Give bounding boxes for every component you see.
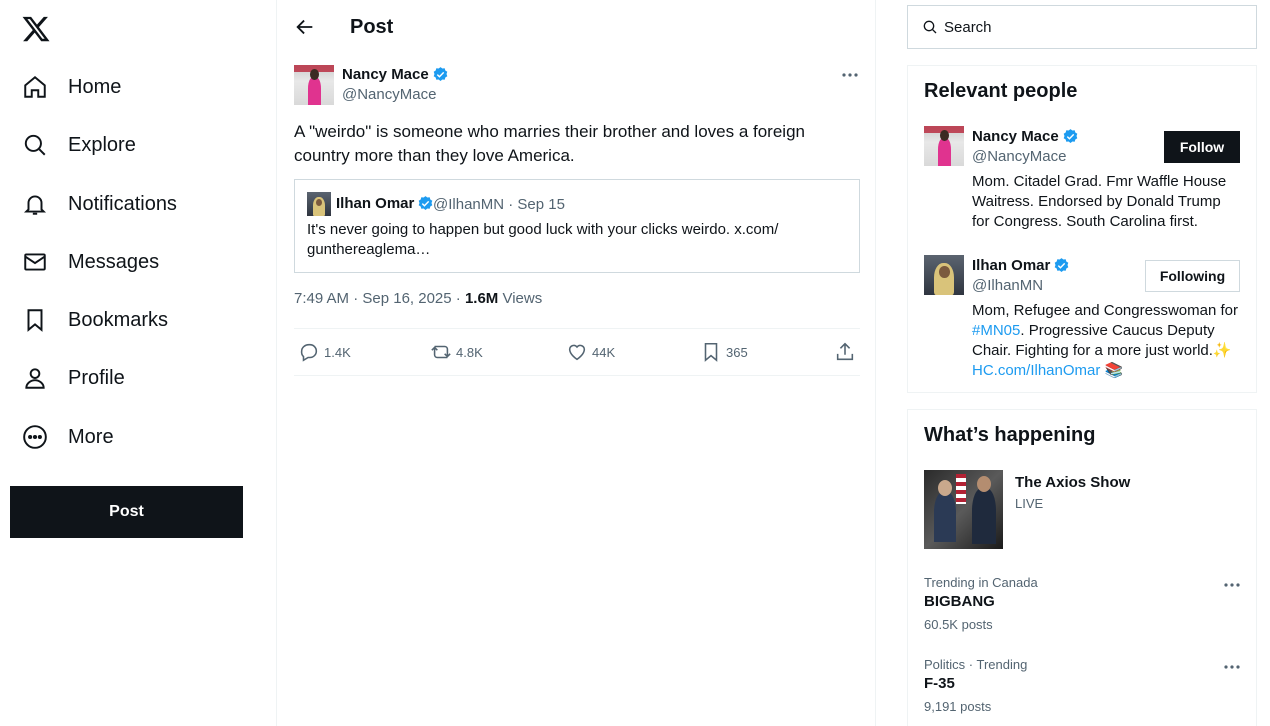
quoted-tweet[interactable]: Ilhan Omar @IlhanMN · Sep 15 It's never …	[294, 179, 860, 273]
bell-icon	[23, 195, 47, 215]
heart-icon	[568, 344, 586, 361]
reply-count: 1.4K	[324, 344, 351, 360]
nav-messages[interactable]: Messages	[22, 242, 159, 282]
post-button[interactable]: Post	[10, 486, 243, 538]
trend-meta: Trending in Canada	[924, 575, 1038, 590]
whats-happening-title: What’s happening	[924, 424, 1096, 446]
person-avatar[interactable]	[924, 255, 964, 295]
person-icon	[25, 368, 45, 389]
nav-profile[interactable]: Profile	[22, 358, 125, 398]
search-icon	[24, 134, 46, 156]
relevant-people-panel: Relevant people Nancy Mace @NancyMace Fo…	[907, 65, 1257, 393]
share-icon	[836, 342, 854, 361]
quote-author-name: Ilhan Omar	[336, 195, 434, 212]
nav-notifications[interactable]: Notifications	[22, 184, 177, 224]
nav-bookmarks-label: Bookmarks	[68, 308, 169, 331]
tweet-text: A "weirdo" is someone who marries their …	[294, 122, 805, 165]
author-name-text: Nancy Mace	[342, 66, 429, 83]
reply-button[interactable]: 1.4K	[298, 341, 351, 363]
nav-home-label: Home	[68, 75, 122, 98]
person-handle[interactable]: @IlhanMN	[972, 277, 1043, 294]
tweet-actions: 1.4K 4.8K 44K 365	[294, 328, 860, 376]
nav-more[interactable]: More	[22, 417, 114, 457]
nav-profile-label: Profile	[68, 366, 125, 389]
live-status: LIVE	[1015, 496, 1044, 511]
verified-badge-icon	[419, 196, 433, 210]
following-button[interactable]: Following	[1145, 260, 1240, 292]
quote-author-handle: @IlhanMN · Sep 15	[433, 196, 565, 213]
trend-more-icon[interactable]	[1222, 576, 1242, 594]
trend-name[interactable]: F-35	[924, 675, 955, 692]
search-input[interactable]	[944, 18, 1244, 36]
more-options-icon[interactable]	[840, 66, 860, 84]
repost-icon	[431, 345, 451, 359]
person-name[interactable]: Ilhan Omar	[972, 257, 1070, 274]
person-name[interactable]: Nancy Mace	[972, 128, 1079, 145]
search-icon	[923, 20, 937, 34]
like-button[interactable]: 44K	[566, 341, 615, 363]
bookmark-button[interactable]: 365	[700, 341, 748, 363]
bio-text: Mom, Refugee and Congresswoman for	[972, 302, 1238, 319]
person-name-text: Ilhan Omar	[972, 257, 1051, 274]
nav-notifications-label: Notifications	[68, 192, 177, 215]
search-bar[interactable]	[907, 5, 1257, 49]
nav-explore[interactable]: Explore	[22, 125, 136, 165]
repost-count: 4.8K	[456, 344, 483, 360]
author-avatar[interactable]	[294, 65, 334, 105]
person-bio: Mom, Refugee and Congresswoman for #MN05…	[972, 301, 1238, 381]
x-logo-icon[interactable]	[21, 14, 51, 44]
trend-name[interactable]: BIGBANG	[924, 593, 995, 610]
quote-text: It's never going to happen but good luck…	[307, 221, 779, 258]
envelope-icon	[24, 253, 46, 271]
trend-count: 60.5K posts	[924, 617, 993, 632]
main-column: Post Nancy Mace @NancyMace A "weirdo" is…	[278, 0, 876, 726]
trend-meta: Politics · Trending	[924, 657, 1028, 672]
reply-icon	[300, 343, 318, 362]
live-thumbnail[interactable]	[924, 470, 1003, 549]
nav-bookmarks[interactable]: Bookmarks	[22, 300, 168, 340]
nav-more-label: More	[68, 425, 114, 448]
nav-home[interactable]: Home	[22, 67, 121, 107]
left-sidebar: Home Explore Notifications Messages Book…	[0, 0, 277, 726]
more-circle-icon	[23, 425, 47, 449]
verified-badge-icon	[433, 67, 448, 81]
person-bio: Mom. Citadel Grad. Fmr Waffle House Wait…	[972, 173, 1227, 230]
bookmark-count: 365	[726, 344, 748, 360]
bookmark-icon	[27, 309, 43, 332]
verified-badge-icon	[1055, 258, 1069, 272]
views-count: 1.6M	[464, 290, 499, 307]
share-button[interactable]	[834, 341, 856, 363]
relevant-people-title: Relevant people	[924, 80, 1078, 102]
page-title: Post	[350, 16, 394, 38]
back-arrow-icon[interactable]	[294, 16, 316, 38]
home-icon	[24, 75, 46, 98]
website-link[interactable]: HC.com/IlhanOmar	[972, 362, 1100, 379]
tweet-timestamp[interactable]: 7:49 AM · Sep 16, 2025 ·	[294, 290, 465, 307]
author-name[interactable]: Nancy Mace	[342, 66, 449, 83]
person-handle[interactable]: @NancyMace	[972, 148, 1066, 165]
live-title[interactable]: The Axios Show	[1015, 474, 1130, 491]
whats-happening-panel: What’s happening The Axios Show LIVE Tre…	[907, 409, 1257, 726]
tweet-meta: 7:49 AM · Sep 16, 2025 · 1.6M Views	[294, 290, 542, 307]
books-emoji: 📚	[1104, 362, 1124, 379]
trend-count: 9,191 posts	[924, 699, 992, 714]
trend-more-icon[interactable]	[1222, 658, 1242, 676]
like-count: 44K	[592, 344, 616, 360]
person-avatar[interactable]	[924, 126, 964, 166]
verified-badge-icon	[1063, 129, 1078, 143]
author-handle[interactable]: @NancyMace	[342, 86, 436, 103]
views-label: Views	[498, 290, 543, 307]
repost-button[interactable]: 4.8K	[430, 341, 483, 363]
bookmark-icon	[704, 342, 718, 362]
person-name-text: Nancy Mace	[972, 128, 1059, 145]
follow-button[interactable]: Follow	[1164, 131, 1240, 163]
quote-avatar	[307, 192, 331, 216]
nav-explore-label: Explore	[68, 133, 136, 156]
nav-messages-label: Messages	[68, 250, 160, 273]
hashtag-link[interactable]: #MN05	[972, 322, 1020, 339]
quote-author-name-text: Ilhan Omar	[336, 195, 415, 212]
